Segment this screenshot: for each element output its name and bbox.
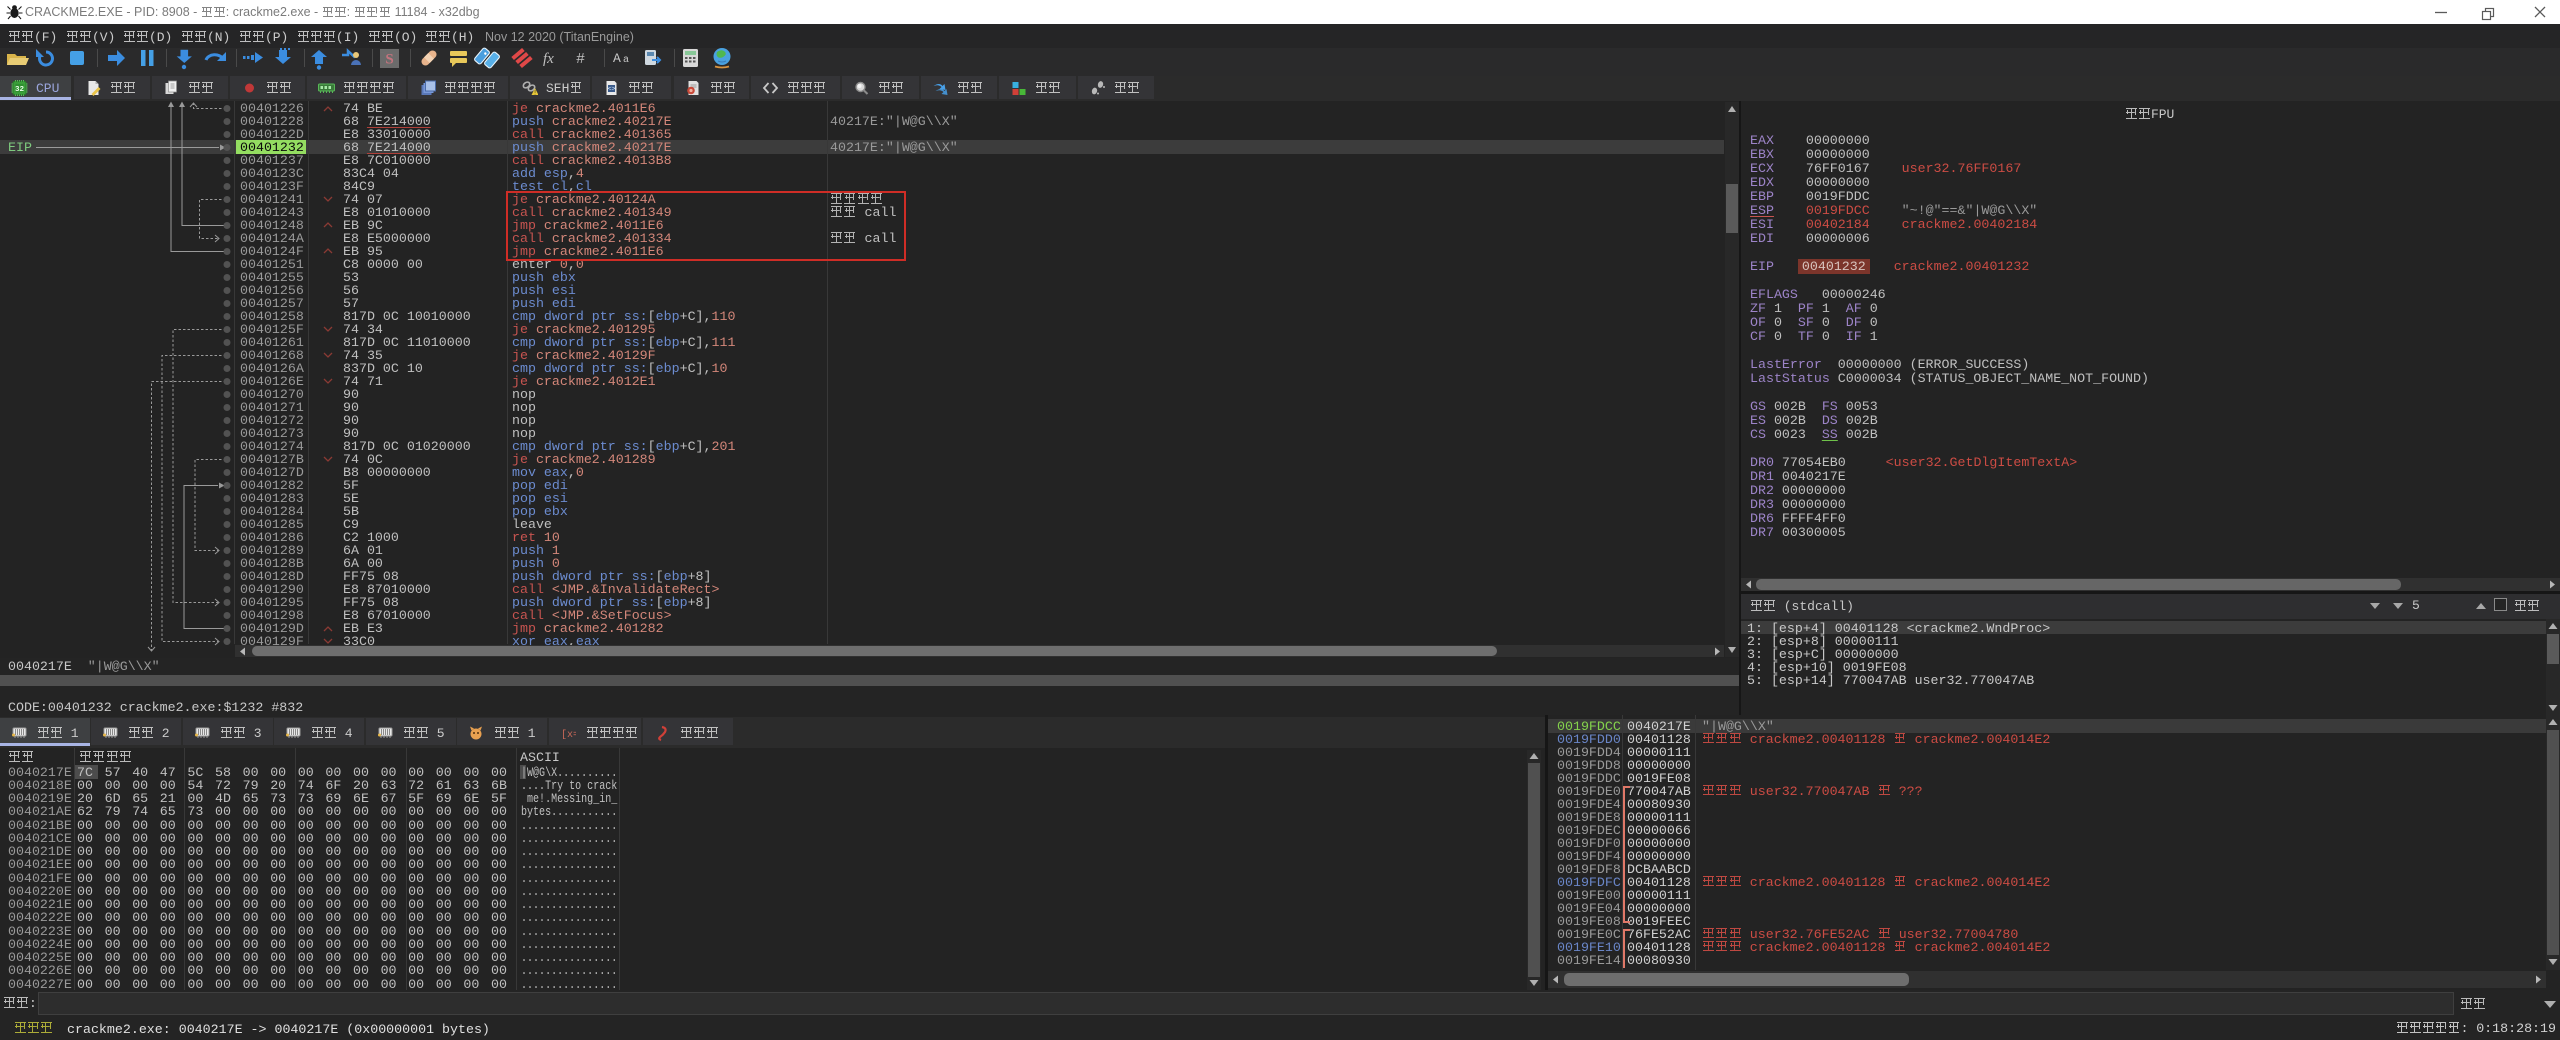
svg-text:32: 32 [15,86,25,94]
svg-text:fx: fx [543,51,554,67]
svg-text:a: a [623,55,629,66]
svg-text:<>: <> [608,86,616,93]
svg-text:#: # [576,51,585,68]
svg-text:[x=]: [x=] [561,729,576,741]
svg-text:A: A [613,51,621,66]
svg-text:!: ! [533,90,537,97]
svg-text:S: S [385,52,393,68]
